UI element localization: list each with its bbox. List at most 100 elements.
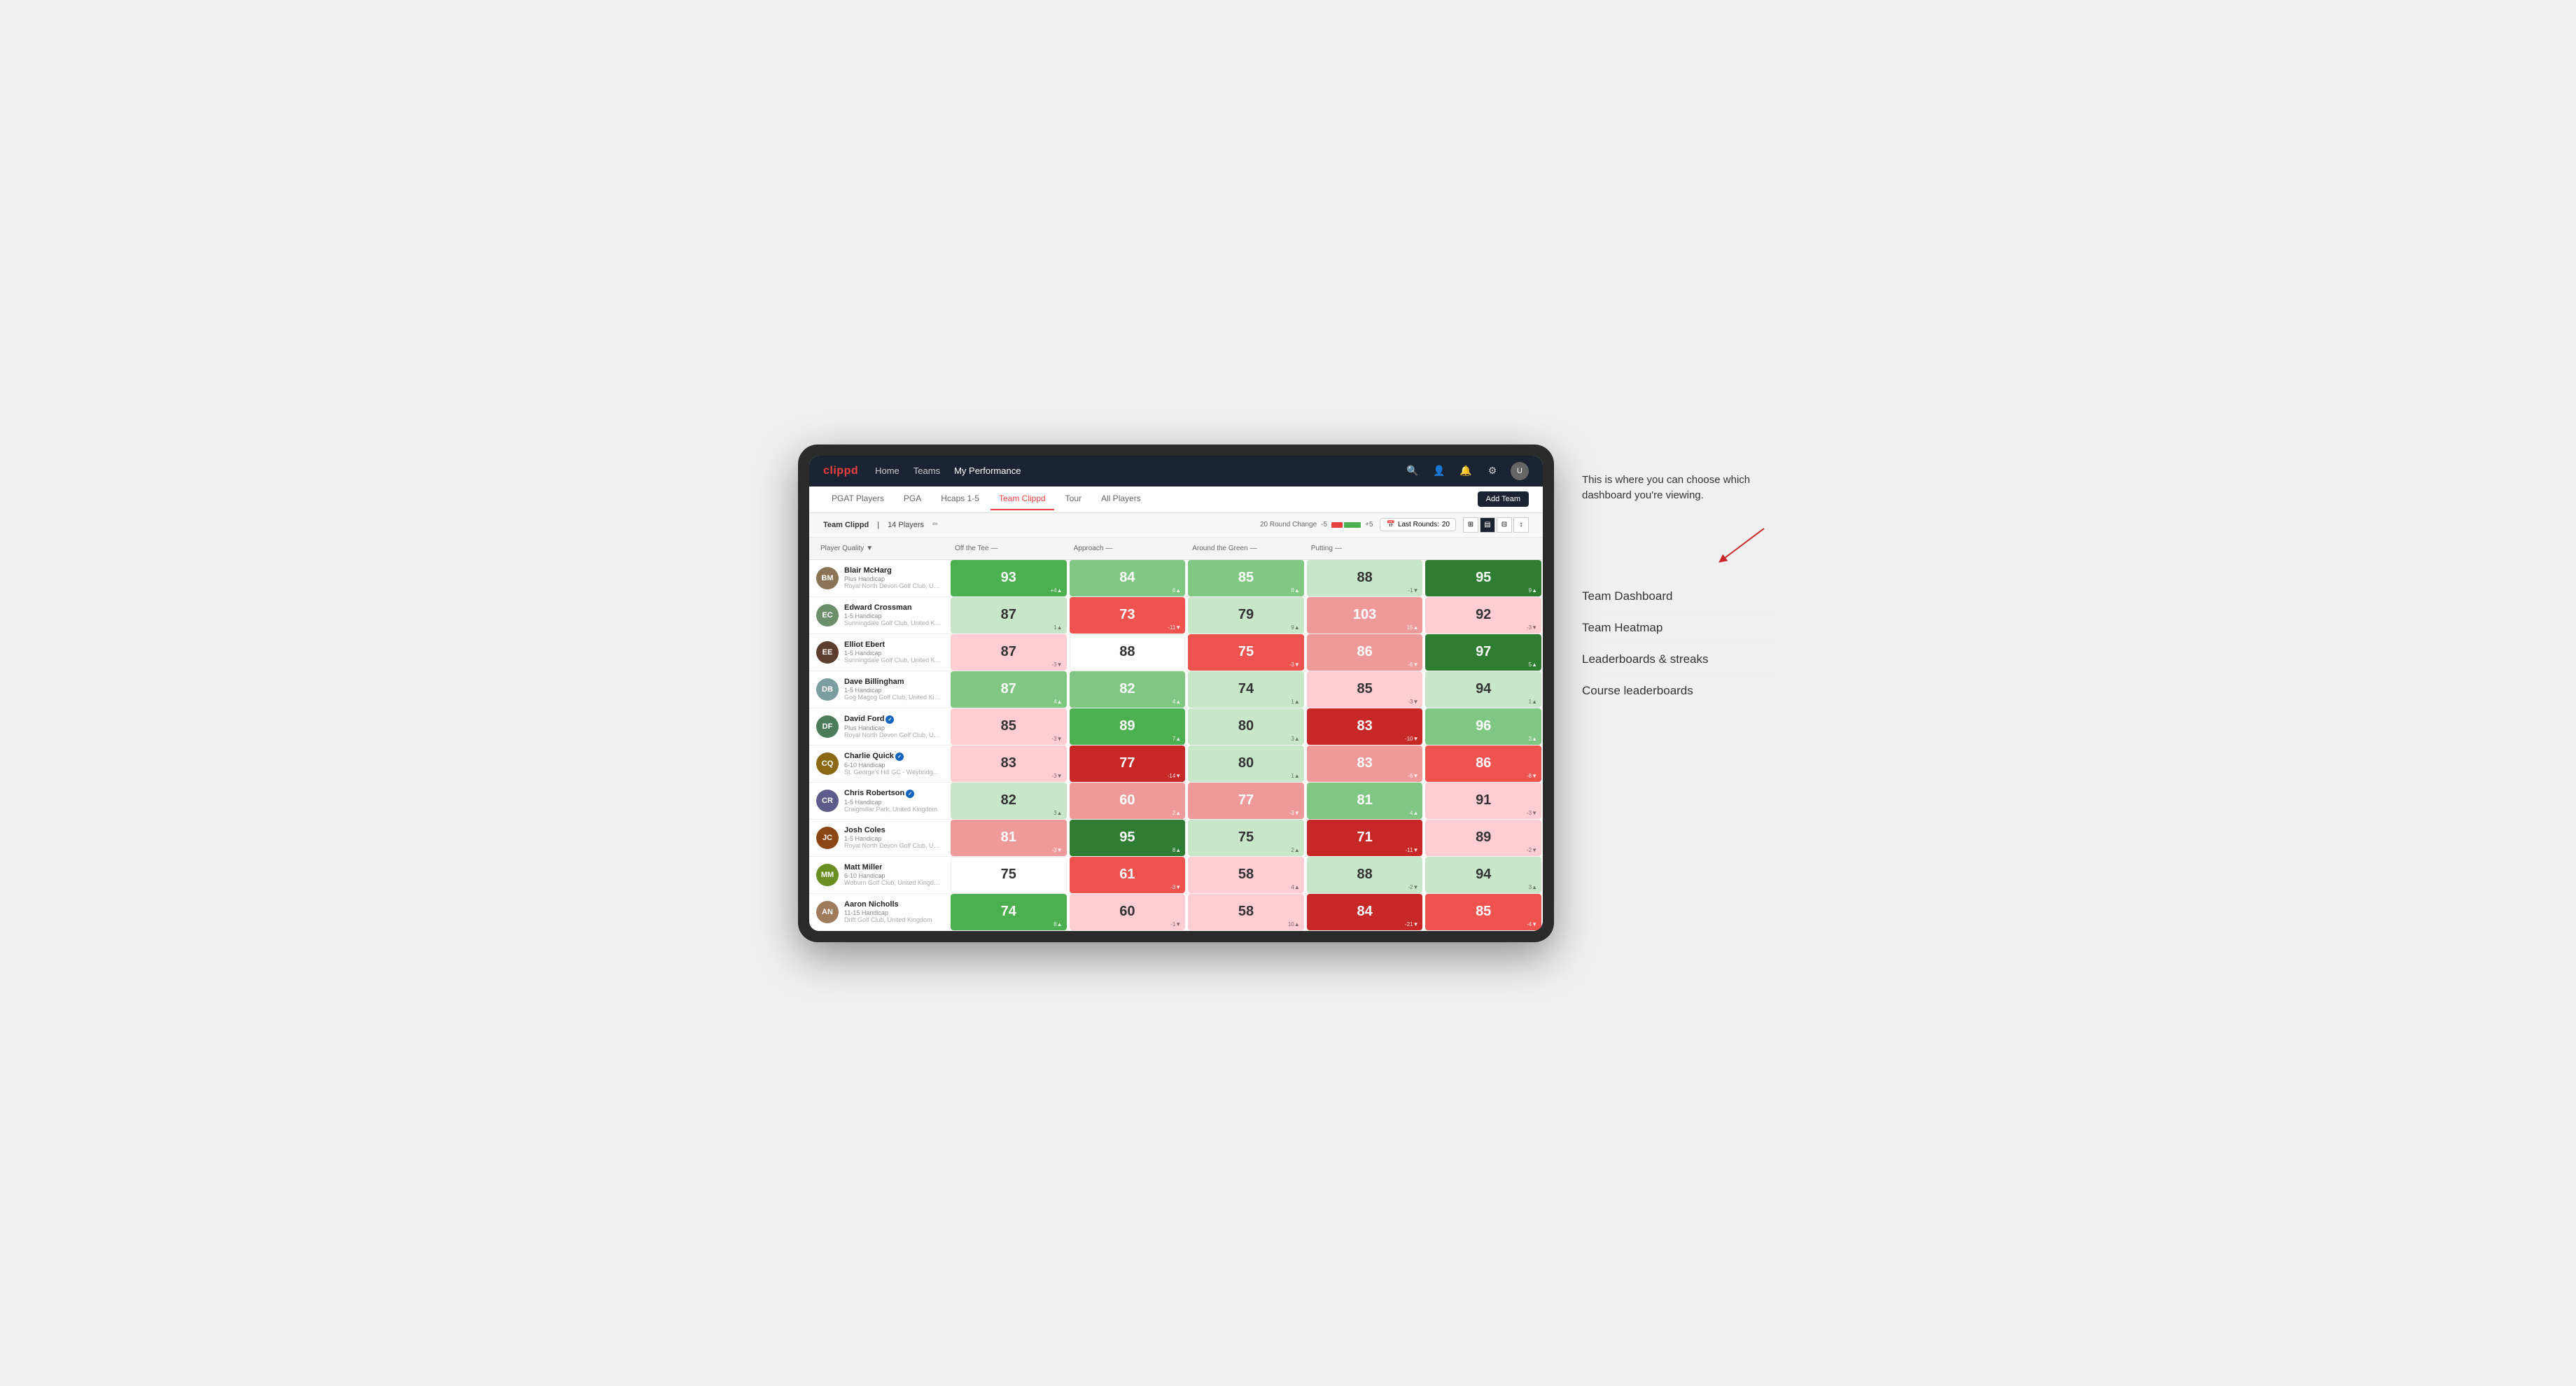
score-change: -10▼ (1405, 736, 1418, 742)
score-value: 84 (1119, 570, 1135, 586)
card-view-btn[interactable]: ⊟ (1497, 517, 1512, 533)
player-cell: DFDavid Ford✓Plus HandicapRoyal North De… (809, 710, 949, 743)
score-value: 87 (1001, 681, 1016, 697)
score-change: 10▲ (1288, 921, 1300, 927)
score-approach: 584▲ (1188, 857, 1304, 893)
score-change: -2▼ (1527, 847, 1537, 853)
sort-icon-tee: — (991, 545, 998, 552)
nav-home[interactable]: Home (875, 463, 899, 479)
nav-teams[interactable]: Teams (913, 463, 940, 479)
player-handicap: 6-10 Handicap (844, 872, 942, 879)
table-row[interactable]: DFDavid Ford✓Plus HandicapRoyal North De… (809, 708, 1543, 746)
annotation-arrow (1708, 525, 1778, 567)
app-logo: clippd (823, 465, 858, 477)
score-change: 8▲ (1172, 847, 1181, 853)
grid-view-btn[interactable]: ⊞ (1463, 517, 1478, 533)
user-icon[interactable]: 👤 (1431, 463, 1448, 479)
avatar: JC (816, 827, 839, 849)
table-row[interactable]: ANAaron Nicholls11-15 HandicapDrift Golf… (809, 894, 1543, 931)
score-value: 74 (1001, 904, 1016, 920)
nav-my-performance[interactable]: My Performance (954, 463, 1021, 479)
score-approach: 741▲ (1188, 671, 1304, 708)
score-off_tee: 88 (1070, 634, 1186, 671)
score-change: -6▼ (1408, 773, 1418, 779)
tab-tour[interactable]: Tour (1057, 488, 1090, 510)
score-value: 81 (1357, 792, 1372, 808)
score-around_green: 10315▲ (1307, 597, 1423, 634)
score-value: 60 (1119, 904, 1135, 920)
menu-item-course-leaderboards[interactable]: Course leaderboards (1582, 676, 1778, 706)
table-row[interactable]: EEElliot Ebert1-5 HandicapSunningdale Go… (809, 634, 1543, 671)
player-handicap: 1-5 Handicap (844, 835, 942, 842)
tab-pgat-players[interactable]: PGAT Players (823, 488, 892, 510)
score-change: 3▲ (1054, 810, 1062, 816)
sort-btn[interactable]: ↕ (1513, 517, 1529, 533)
last-rounds-button[interactable]: 📅 Last Rounds: 20 (1380, 518, 1456, 531)
score-change: -4▼ (1527, 921, 1537, 927)
score-value: 79 (1238, 607, 1254, 623)
bell-icon[interactable]: 🔔 (1457, 463, 1474, 479)
player-handicap: 6-10 Handicap (844, 762, 942, 769)
tab-hcaps[interactable]: Hcaps 1-5 (932, 488, 988, 510)
score-off_tee: 60-1▼ (1070, 894, 1186, 930)
avatar: EC (816, 604, 839, 626)
player-name: Josh Coles (844, 826, 942, 834)
score-value: 73 (1119, 607, 1135, 623)
col-around-green: Around the Green — (1186, 542, 1306, 555)
col-approach: Approach — (1068, 542, 1187, 555)
menu-item-leaderboards[interactable]: Leaderboards & streaks (1582, 644, 1778, 676)
menu-item-team-heatmap[interactable]: Team Heatmap (1582, 612, 1778, 644)
score-approach: 803▲ (1188, 708, 1304, 745)
tab-all-players[interactable]: All Players (1093, 488, 1149, 510)
table-row[interactable]: ECEdward Crossman1-5 HandicapSunningdale… (809, 597, 1543, 634)
score-value: 75 (1238, 830, 1254, 846)
score-putting: 85-4▼ (1425, 894, 1541, 930)
bar-green (1344, 522, 1361, 528)
score-value: 89 (1476, 830, 1491, 846)
table-row[interactable]: MMMatt Miller6-10 HandicapWoburn Golf Cl… (809, 857, 1543, 894)
tab-team-clippd[interactable]: Team Clippd (990, 488, 1054, 510)
avatar[interactable]: U (1511, 462, 1529, 480)
table-row[interactable]: BMBlair McHargPlus HandicapRoyal North D… (809, 560, 1543, 597)
avatar: BM (816, 567, 839, 589)
settings-icon[interactable]: ⚙ (1484, 463, 1501, 479)
table-header: Player Quality ▼ Off the Tee — Approach … (809, 538, 1543, 560)
add-team-button[interactable]: Add Team (1478, 491, 1529, 507)
score-approach: 77-3▼ (1188, 783, 1304, 819)
table-row[interactable]: CRChris Robertson✓1-5 HandicapCraigmilla… (809, 783, 1543, 820)
table-row[interactable]: JCJosh Coles1-5 HandicapRoyal North Devo… (809, 820, 1543, 857)
score-value: 94 (1476, 681, 1491, 697)
score-change: 1▲ (1529, 699, 1537, 705)
score-value: 88 (1357, 867, 1372, 883)
player-club: Royal North Devon Golf Club, United King… (844, 582, 942, 589)
score-change: -1▼ (1408, 587, 1418, 594)
tab-pga[interactable]: PGA (895, 488, 930, 510)
player-cell: JCJosh Coles1-5 HandicapRoyal North Devo… (809, 822, 949, 853)
player-info: Elliot Ebert1-5 HandicapSunningdale Golf… (844, 640, 942, 664)
score-value: 88 (1119, 644, 1135, 660)
score-change: -3▼ (1527, 624, 1537, 631)
player-info: Charlie Quick✓6-10 HandicapSt. George's … (844, 752, 942, 776)
score-value: 58 (1238, 904, 1254, 920)
last-rounds-label: Last Rounds: (1398, 521, 1439, 528)
player-name: Aaron Nicholls (844, 900, 942, 909)
edit-icon[interactable]: ✏ (932, 521, 938, 528)
score-value: 81 (1001, 830, 1016, 846)
player-info: Josh Coles1-5 HandicapRoyal North Devon … (844, 826, 942, 849)
player-club: Gog Magog Golf Club, United Kingdom (844, 694, 942, 701)
menu-item-team-dashboard[interactable]: Team Dashboard (1582, 581, 1778, 612)
score-change: -6▼ (1408, 662, 1418, 668)
player-cell: CQCharlie Quick✓6-10 HandicapSt. George'… (809, 748, 949, 780)
table-row[interactable]: CQCharlie Quick✓6-10 HandicapSt. George'… (809, 746, 1543, 783)
score-value: 85 (1238, 570, 1254, 586)
search-icon[interactable]: 🔍 (1404, 463, 1421, 479)
player-info: Aaron Nicholls11-15 HandicapDrift Golf C… (844, 900, 942, 923)
score-quality: 748▲ (951, 894, 1067, 930)
score-around_green: 83-6▼ (1307, 746, 1423, 782)
table-row[interactable]: DBDave Billingham1-5 HandicapGog Magog G… (809, 671, 1543, 708)
list-view-btn[interactable]: ▤ (1480, 517, 1495, 533)
score-off_tee: 73-11▼ (1070, 597, 1186, 634)
score-value: 97 (1476, 644, 1491, 660)
score-quality: 823▲ (951, 783, 1067, 819)
score-change: -3▼ (1170, 884, 1181, 890)
